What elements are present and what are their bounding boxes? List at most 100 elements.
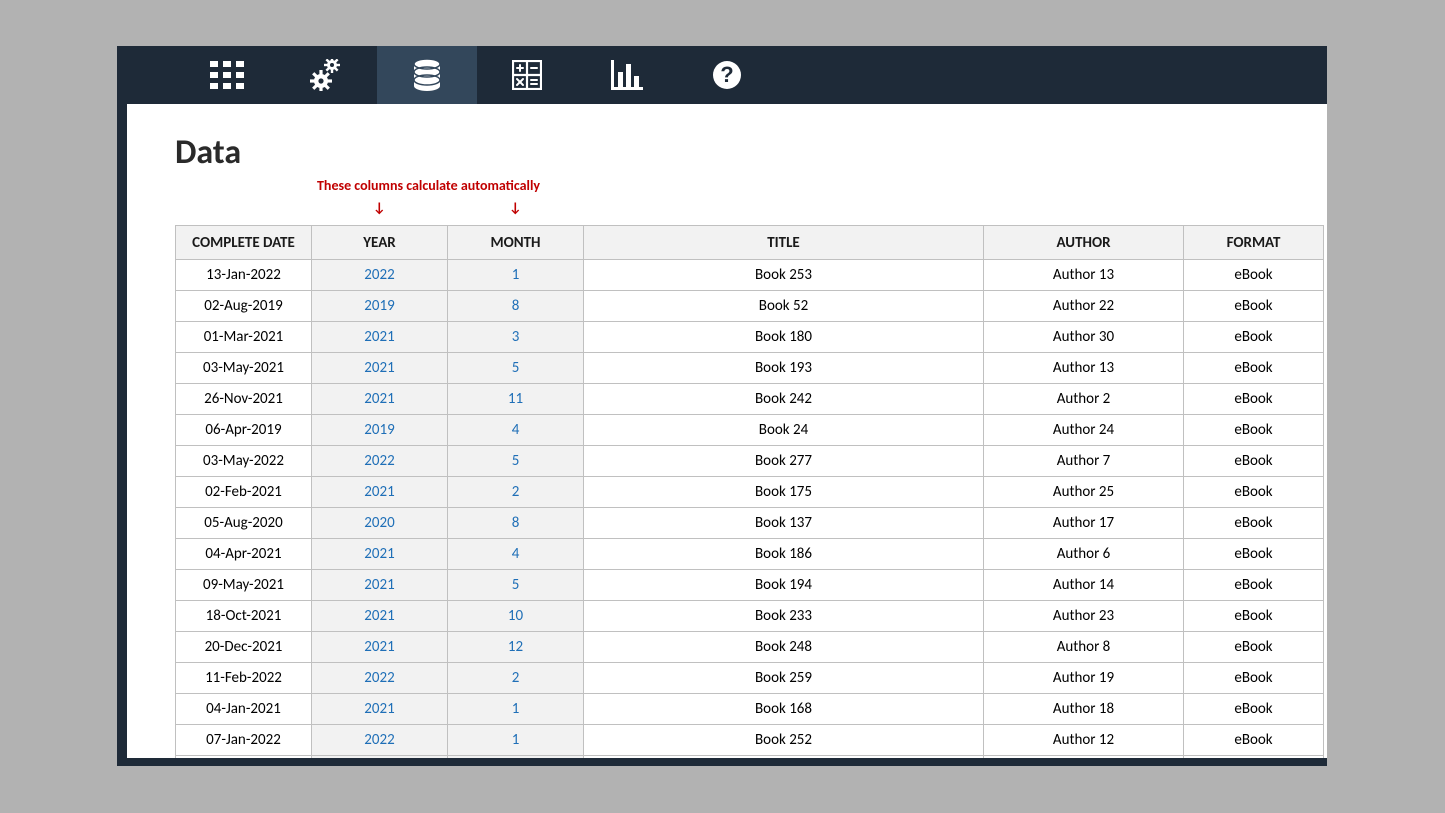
cell-year[interactable]: 2021 xyxy=(312,632,448,663)
cell-month[interactable]: 8 xyxy=(448,508,584,539)
cell-author[interactable]: Author 13 xyxy=(984,353,1184,384)
table-row[interactable]: 07-Jan-202220221Book 252Author 12eBook xyxy=(176,725,1324,756)
cell-year[interactable]: 2021 xyxy=(312,477,448,508)
cell-format[interactable]: eBook xyxy=(1184,260,1324,291)
cell-format[interactable]: eBook xyxy=(1184,477,1324,508)
table-row[interactable]: 04-Jan-202120211Book 168Author 18eBook xyxy=(176,694,1324,725)
cell-format[interactable]: eBook xyxy=(1184,353,1324,384)
cell-date[interactable]: 03-May-2022 xyxy=(176,446,312,477)
table-row[interactable]: 01-Mar-202120213Book 180Author 30eBook xyxy=(176,322,1324,353)
cell-year[interactable]: 2021 xyxy=(312,384,448,415)
cell-month[interactable]: 4 xyxy=(448,415,584,446)
cell-format[interactable]: eBook xyxy=(1184,632,1324,663)
cell-title[interactable]: Book 137 xyxy=(584,508,984,539)
nav-data[interactable] xyxy=(377,46,477,104)
cell-year[interactable]: 2022 xyxy=(312,260,448,291)
cell-author[interactable]: Author 2 xyxy=(984,384,1184,415)
cell-author[interactable]: Author 12 xyxy=(984,725,1184,756)
cell-format[interactable]: eBook xyxy=(1184,291,1324,322)
cell-author[interactable]: Author 19 xyxy=(984,663,1184,694)
cell-format[interactable]: eBook xyxy=(1184,756,1324,759)
cell-month[interactable]: 2 xyxy=(448,663,584,694)
col-month[interactable]: MONTH xyxy=(448,226,584,260)
nav-settings[interactable] xyxy=(277,46,377,104)
cell-date[interactable]: 02-Feb-2021 xyxy=(176,477,312,508)
nav-calculator[interactable] xyxy=(477,46,577,104)
table-row[interactable]: 06-Apr-201920194Book 24Author 24eBook xyxy=(176,415,1324,446)
cell-format[interactable]: eBook xyxy=(1184,322,1324,353)
cell-date[interactable]: 18-Oct-2021 xyxy=(176,601,312,632)
cell-year[interactable]: 2021 xyxy=(312,539,448,570)
cell-year[interactable]: 2021 xyxy=(312,322,448,353)
table-row[interactable]: 11-Feb-202220222Book 259Author 19eBook xyxy=(176,663,1324,694)
cell-format[interactable]: eBook xyxy=(1184,601,1324,632)
cell-year[interactable]: 2021 xyxy=(312,353,448,384)
cell-format[interactable]: eBook xyxy=(1184,663,1324,694)
cell-author[interactable]: Author 8 xyxy=(984,632,1184,663)
cell-month[interactable]: 1 xyxy=(448,260,584,291)
cell-date[interactable]: 09-May-2021 xyxy=(176,570,312,601)
nav-help[interactable]: ? xyxy=(677,46,777,104)
cell-title[interactable]: Book 253 xyxy=(584,260,984,291)
table-row[interactable]: 01-Feb-202220222Book 257Author 17eBook xyxy=(176,756,1324,759)
cell-title[interactable]: Book 242 xyxy=(584,384,984,415)
cell-format[interactable]: eBook xyxy=(1184,384,1324,415)
cell-year[interactable]: 2022 xyxy=(312,756,448,759)
cell-title[interactable]: Book 175 xyxy=(584,477,984,508)
cell-date[interactable]: 26-Nov-2021 xyxy=(176,384,312,415)
cell-title[interactable]: Book 259 xyxy=(584,663,984,694)
cell-author[interactable]: Author 30 xyxy=(984,322,1184,353)
table-row[interactable]: 02-Aug-201920198Book 52Author 22eBook xyxy=(176,291,1324,322)
col-title[interactable]: TITLE xyxy=(584,226,984,260)
cell-date[interactable]: 20-Dec-2021 xyxy=(176,632,312,663)
cell-year[interactable]: 2019 xyxy=(312,415,448,446)
cell-title[interactable]: Book 24 xyxy=(584,415,984,446)
cell-title[interactable]: Book 193 xyxy=(584,353,984,384)
cell-month[interactable]: 3 xyxy=(448,322,584,353)
cell-date[interactable]: 05-Aug-2020 xyxy=(176,508,312,539)
cell-month[interactable]: 1 xyxy=(448,725,584,756)
cell-title[interactable]: Book 186 xyxy=(584,539,984,570)
cell-month[interactable]: 5 xyxy=(448,353,584,384)
cell-author[interactable]: Author 18 xyxy=(984,694,1184,725)
cell-year[interactable]: 2019 xyxy=(312,291,448,322)
cell-title[interactable]: Book 277 xyxy=(584,446,984,477)
cell-year[interactable]: 2022 xyxy=(312,725,448,756)
cell-date[interactable]: 01-Feb-2022 xyxy=(176,756,312,759)
cell-author[interactable]: Author 23 xyxy=(984,601,1184,632)
cell-month[interactable]: 2 xyxy=(448,756,584,759)
cell-title[interactable]: Book 194 xyxy=(584,570,984,601)
cell-author[interactable]: Author 13 xyxy=(984,260,1184,291)
nav-dashboard[interactable] xyxy=(177,46,277,104)
cell-author[interactable]: Author 25 xyxy=(984,477,1184,508)
cell-date[interactable]: 03-May-2021 xyxy=(176,353,312,384)
table-row[interactable]: 26-Nov-2021202111Book 242Author 2eBook xyxy=(176,384,1324,415)
cell-author[interactable]: Author 14 xyxy=(984,570,1184,601)
cell-month[interactable]: 12 xyxy=(448,632,584,663)
table-row[interactable]: 13-Jan-202220221Book 253Author 13eBook xyxy=(176,260,1324,291)
cell-month[interactable]: 5 xyxy=(448,446,584,477)
col-year[interactable]: YEAR xyxy=(312,226,448,260)
cell-year[interactable]: 2022 xyxy=(312,446,448,477)
col-author[interactable]: AUTHOR xyxy=(984,226,1184,260)
cell-title[interactable]: Book 233 xyxy=(584,601,984,632)
cell-month[interactable]: 4 xyxy=(448,539,584,570)
cell-format[interactable]: eBook xyxy=(1184,539,1324,570)
cell-author[interactable]: Author 7 xyxy=(984,446,1184,477)
cell-date[interactable]: 01-Mar-2021 xyxy=(176,322,312,353)
cell-format[interactable]: eBook xyxy=(1184,415,1324,446)
cell-format[interactable]: eBook xyxy=(1184,570,1324,601)
cell-year[interactable]: 2021 xyxy=(312,601,448,632)
cell-author[interactable]: Author 17 xyxy=(984,508,1184,539)
cell-date[interactable]: 02-Aug-2019 xyxy=(176,291,312,322)
nav-charts[interactable] xyxy=(577,46,677,104)
cell-title[interactable]: Book 52 xyxy=(584,291,984,322)
cell-title[interactable]: Book 252 xyxy=(584,725,984,756)
cell-author[interactable]: Author 24 xyxy=(984,415,1184,446)
cell-month[interactable]: 10 xyxy=(448,601,584,632)
cell-format[interactable]: eBook xyxy=(1184,446,1324,477)
table-row[interactable]: 03-May-202120215Book 193Author 13eBook xyxy=(176,353,1324,384)
cell-title[interactable]: Book 180 xyxy=(584,322,984,353)
cell-month[interactable]: 1 xyxy=(448,694,584,725)
cell-author[interactable]: Author 17 xyxy=(984,756,1184,759)
